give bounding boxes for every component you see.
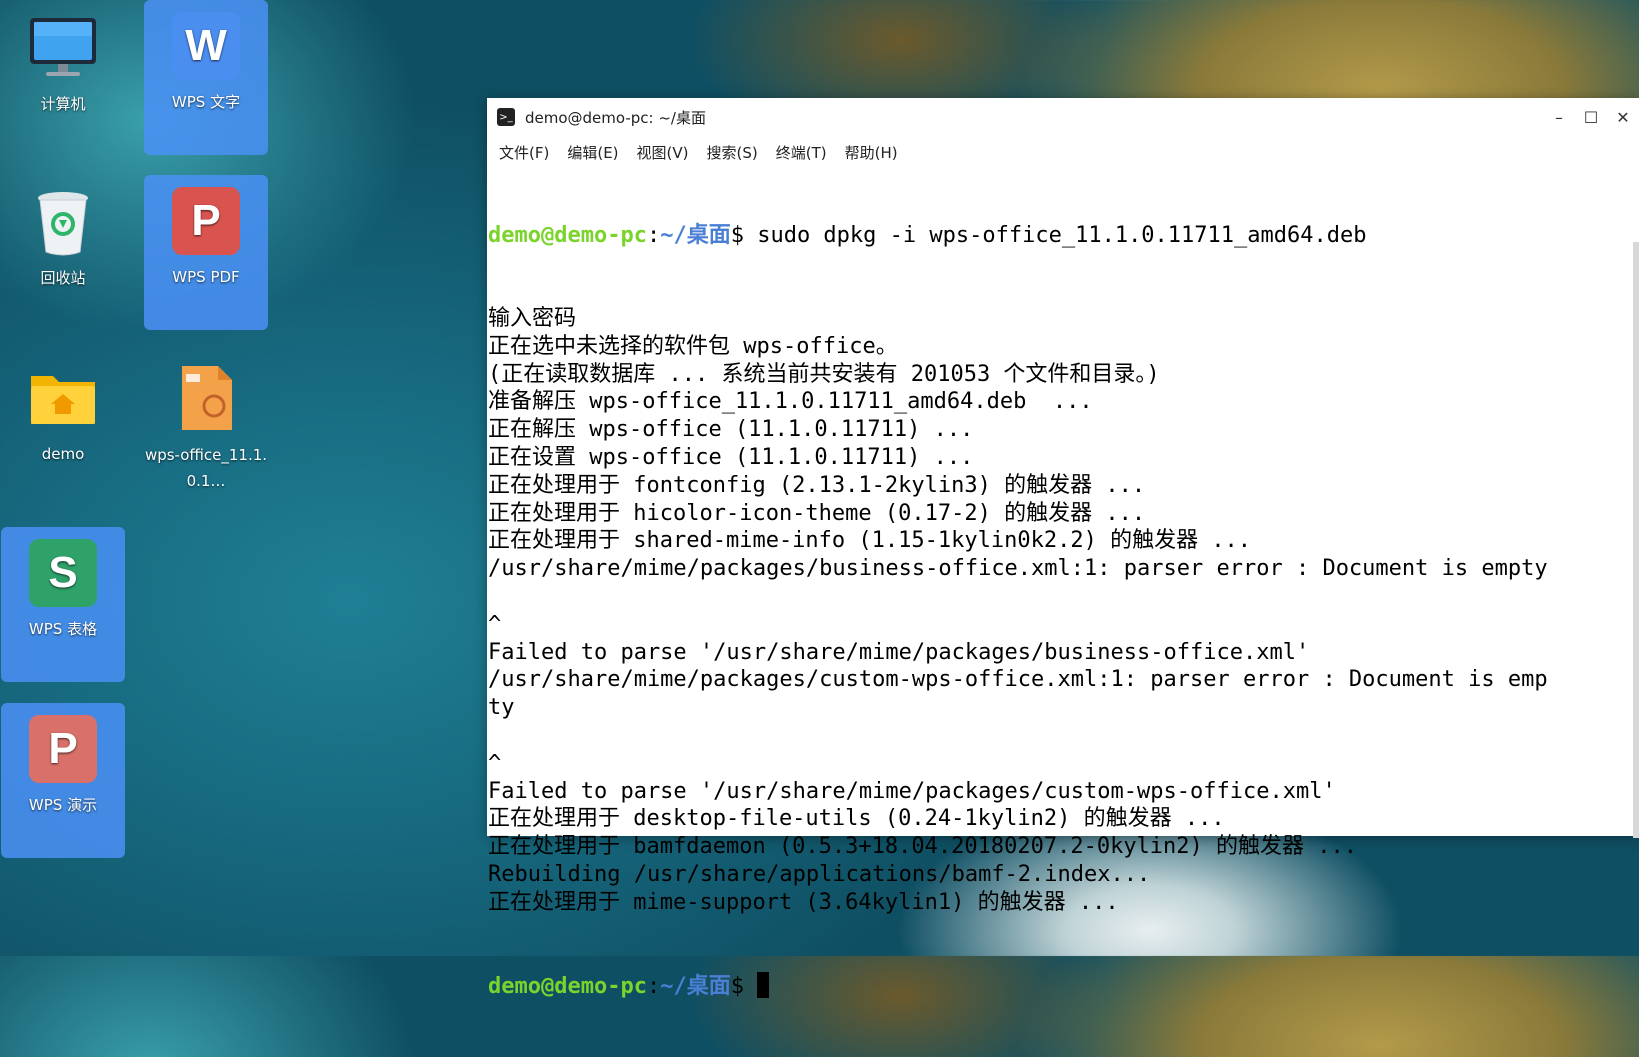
wps-pdf-glyph: P [191, 196, 221, 245]
text-cursor [757, 972, 770, 999]
output-line: Rebuilding /usr/share/applications/bamf-… [488, 861, 1151, 887]
desktop-icon-label: 回收站 [40, 269, 86, 287]
terminal-screen[interactable]: demo@demo-pc:~/桌面$ sudo dpkg -i wps-offi… [487, 166, 1639, 1057]
prompt-sign: $ [730, 974, 758, 1000]
output-line: ^ [488, 611, 502, 637]
output-line: /usr/share/mime/packages/custom-wps-offi… [488, 667, 1548, 693]
active-prompt-line: demo@demo-pc:~/桌面$ [488, 972, 1639, 1001]
deb-package-icon [144, 360, 268, 438]
command-text: sudo dpkg -i wps-office_11.1.0.11711_amd… [757, 222, 1367, 248]
prompt-user: demo@demo-pc [488, 974, 647, 1000]
wps-pdf-icon: P [172, 187, 240, 255]
prompt-separator: : [646, 222, 661, 248]
terminal-titlebar[interactable]: >_ demo@demo-pc: ~/桌面 – ☐ ✕ [487, 98, 1639, 136]
output-line: 输入密码 [488, 305, 577, 331]
output-line: 正在处理用于 shared-mime-info (1.15-1kylin0k2.… [488, 528, 1252, 554]
output-line: 正在处理用于 mime-support (3.64kylin1) 的触发器 ..… [488, 889, 1119, 915]
menu-edit[interactable]: 编辑(E) [563, 140, 622, 165]
desktop-icon-trash[interactable]: 回收站 [1, 186, 125, 290]
output-line: (正在读取数据库 ... 系统当前共安装有 201053 个文件和目录。) [488, 361, 1160, 387]
desktop-icon-home-folder[interactable]: demo [1, 362, 125, 466]
wps-present-tile[interactable]: P WPS 演示 [1, 703, 125, 858]
wps-writer-glyph: W [185, 21, 227, 70]
maximize-button[interactable]: ☐ [1575, 98, 1607, 136]
home-folder-icon [1, 362, 125, 438]
prompt-separator: : [646, 974, 661, 1000]
terminal-output: 输入密码 正在选中未选择的软件包 wps-office。 (正在读取数据库 ... … [488, 305, 1639, 917]
prompt-path: ~/桌面 [660, 974, 731, 1000]
menu-file[interactable]: 文件(F) [495, 140, 553, 165]
wps-pdf-tile[interactable]: P WPS PDF [144, 175, 268, 330]
desktop-icon-computer[interactable]: 计算机 [1, 12, 125, 116]
wps-present-label: WPS 演示 [28, 796, 98, 814]
output-line: ty [488, 695, 515, 721]
output-line: 正在选中未选择的软件包 wps-office。 [488, 333, 898, 359]
wps-sheet-label: WPS 表格 [28, 620, 98, 638]
wps-writer-label: WPS 文字 [171, 93, 241, 111]
wps-sheet-tile[interactable]: S WPS 表格 [1, 527, 125, 682]
desktop-icon-label: demo [41, 445, 85, 463]
wps-writer-tile[interactable]: W WPS 文字 [144, 0, 268, 155]
wps-present-glyph: P [48, 724, 78, 773]
wps-present-icon: P [29, 715, 97, 783]
menu-terminal[interactable]: 终端(T) [772, 140, 831, 165]
menu-view[interactable]: 视图(V) [633, 140, 693, 165]
terminal-scrollbar[interactable] [1633, 242, 1639, 838]
output-line: 正在设置 wps-office (11.1.0.11711) ... [488, 444, 974, 470]
output-line: /usr/share/mime/packages/business-office… [488, 556, 1548, 582]
output-line: ^ [488, 750, 502, 776]
desktop-icon-label: 计算机 [40, 95, 86, 113]
output-line: 正在处理用于 fontconfig (2.13.1-2kylin3) 的触发器 … [488, 472, 1146, 498]
terminal-window[interactable]: >_ demo@demo-pc: ~/桌面 – ☐ ✕ 文件(F) 编辑(E) … [487, 98, 1639, 999]
wps-writer-icon: W [172, 12, 240, 80]
output-line: 正在处理用于 bamfdaemon (0.5.3+18.04.20180207.… [488, 834, 1358, 860]
output-line: 正在处理用于 desktop-file-utils (0.24-1kylin2)… [488, 806, 1225, 832]
wps-sheet-glyph: S [48, 548, 78, 597]
output-line: Failed to parse '/usr/share/mime/package… [488, 639, 1310, 665]
output-line: 正在处理用于 hicolor-icon-theme (0.17-2) 的触发器 … [488, 500, 1146, 526]
terminal-menubar: 文件(F) 编辑(E) 视图(V) 搜索(S) 终端(T) 帮助(H) [487, 136, 1639, 168]
output-line: Failed to parse '/usr/share/mime/package… [488, 778, 1336, 804]
desktop-icon-deb-package[interactable]: wps-office_11.1.0.1… [144, 360, 268, 494]
trash-icon [1, 186, 125, 262]
terminal-app-icon: >_ [497, 108, 515, 126]
prompt-user: demo@demo-pc [488, 222, 647, 248]
computer-icon [1, 12, 125, 88]
prompt-path: ~/桌面 [660, 222, 731, 248]
prompt-sign: $ [730, 222, 758, 248]
wps-sheet-icon: S [29, 539, 97, 607]
command-line: demo@demo-pc:~/桌面$ sudo dpkg -i wps-offi… [488, 222, 1639, 250]
desktop-icon-label: wps-office_11.1.0.1… [144, 446, 268, 490]
minimize-button[interactable]: – [1543, 98, 1575, 136]
wps-pdf-label: WPS PDF [172, 268, 240, 286]
window-title: demo@demo-pc: ~/桌面 [525, 108, 706, 127]
menu-help[interactable]: 帮助(H) [841, 140, 902, 165]
output-line: 准备解压 wps-office_11.1.0.11711_amd64.deb .… [488, 389, 1093, 415]
menu-search[interactable]: 搜索(S) [703, 140, 762, 165]
close-button[interactable]: ✕ [1607, 98, 1639, 136]
output-line: 正在解压 wps-office (11.1.0.11711) ... [488, 417, 974, 443]
